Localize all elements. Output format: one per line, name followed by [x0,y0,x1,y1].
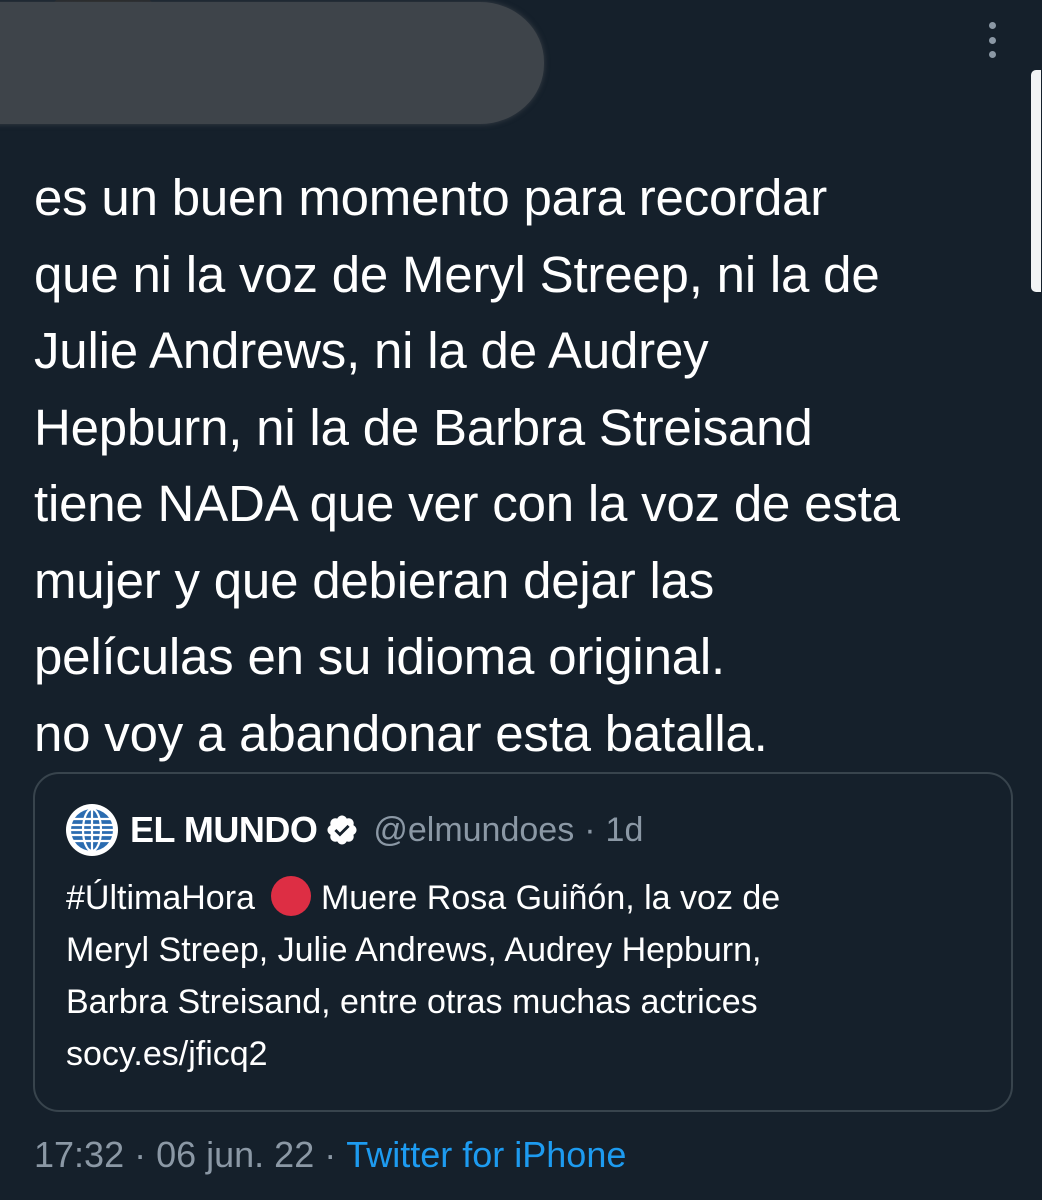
redacted-username [0,2,544,124]
quote-line: Barbra Streisand, entre otras muchas act… [66,983,758,1021]
verified-badge-icon [327,815,357,845]
tweet-source-link[interactable]: Twitter for iPhone [346,1134,626,1175]
tweet-line: películas en su idioma original. [34,628,725,685]
quote-header: EL MUNDO @elmundoes · 1d [66,804,643,856]
red-circle-icon [270,876,311,916]
quote-line: Meryl Streep, Julie Andrews, Audrey Hepb… [66,931,762,969]
quote-line: #ÚltimaHora Muere Rosa Guiñón, la voz de [66,872,986,924]
separator: · [134,1134,147,1175]
quote-link[interactable]: socy.es/jficq2 [66,1028,986,1080]
quote-line-text: Muere Rosa Guiñón, la voz de [320,879,781,917]
quote-author-handle[interactable]: @elmundoes [373,811,574,850]
tweet-text: es un buen momento para recordar que ni … [34,160,1024,772]
tweet-line: Julie Andrews, ni la de Audrey [34,322,709,379]
tweet-time[interactable]: 17:32 [34,1134,124,1175]
quote-timestamp[interactable]: 1d [606,811,644,850]
quoted-tweet[interactable]: EL MUNDO @elmundoes · 1d #ÚltimaHora Muer… [33,772,1013,1112]
scrollbar[interactable] [1031,70,1041,292]
more-dot [988,36,996,44]
tweet-line: Hepburn, ni la de Barbra Streisand [34,398,813,456]
more-dot [988,22,996,29]
tweet-line: no voy a abandonar esta batalla. [34,704,768,762]
tweet-date[interactable]: 06 jun. 22 [156,1134,314,1175]
tweet-meta: 17:32 · 06 jun. 22 · Twitter for iPhone [34,1130,626,1180]
tweet-line: tiene NADA que ver con la voz de esta [34,475,900,532]
tweet-line: que ni la voz de Meryl Streep, ni la de [34,245,880,303]
tweet-line: es un buen momento para recordar [34,169,828,226]
hashtag-link[interactable]: #ÚltimaHora [66,879,255,917]
more-vertical-icon[interactable] [978,18,1006,62]
quote-text: #ÚltimaHora Muere Rosa Guiñón, la voz de … [66,872,986,1080]
quote-author-name[interactable]: EL MUNDO [130,809,318,851]
globe-logo-icon[interactable] [66,804,118,856]
separator: · [324,1134,337,1175]
tweet-line: mujer y que debieran dejar las [34,551,715,609]
more-dot [988,51,996,58]
separator: · [584,810,596,849]
